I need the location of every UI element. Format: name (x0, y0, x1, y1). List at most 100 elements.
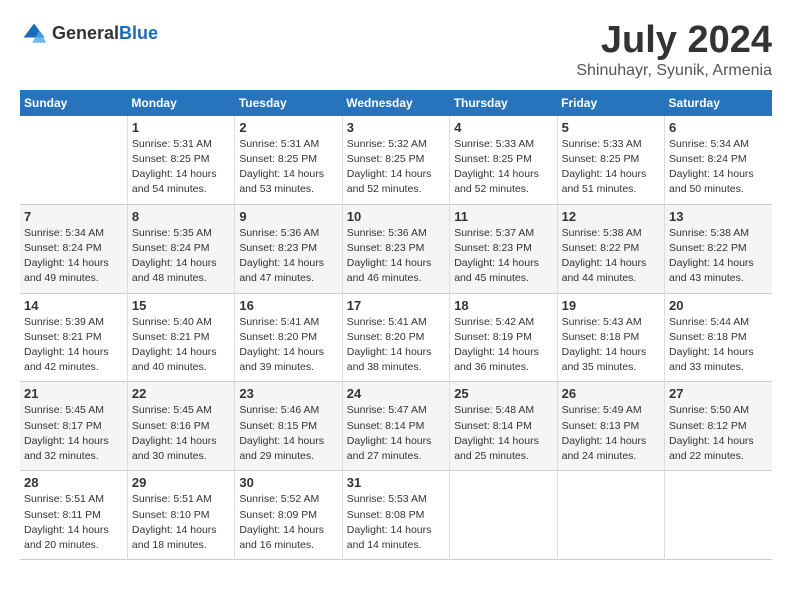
calendar-header-monday: Monday (127, 90, 234, 116)
day-info: Sunrise: 5:38 AM Sunset: 8:22 PM Dayligh… (562, 226, 660, 287)
calendar-cell: 22 Sunrise: 5:45 AM Sunset: 8:16 PM Dayli… (127, 382, 234, 471)
calendar-cell: 1 Sunrise: 5:31 AM Sunset: 8:25 PM Daylig… (127, 116, 234, 204)
day-number: 15 (132, 298, 230, 313)
calendar-table: SundayMondayTuesdayWednesdayThursdayFrid… (20, 90, 772, 560)
calendar-week-row: 21Sunrise: 5:45 AM Sunset: 8:17 PM Dayli… (20, 382, 772, 471)
day-number: 2 (239, 120, 337, 135)
day-number: 8 (132, 209, 230, 224)
day-number: 1 (132, 120, 230, 135)
day-info: Sunrise: 5:31 AM Sunset: 8:25 PM Dayligh… (239, 137, 337, 198)
calendar-cell: 31 Sunrise: 5:53 AM Sunset: 8:08 PM Dayli… (342, 471, 449, 560)
day-info: Sunrise: 5:33 AM Sunset: 8:25 PM Dayligh… (454, 137, 552, 198)
title-section: July 2024 Shinuhayr, Syunik, Armenia (576, 20, 772, 80)
calendar-header-wednesday: Wednesday (342, 90, 449, 116)
day-info: Sunrise: 5:39 AM Sunset: 8:21 PM Dayligh… (24, 315, 123, 376)
day-info: Sunrise: 5:48 AM Sunset: 8:14 PM Dayligh… (454, 403, 552, 464)
calendar-cell: 27 Sunrise: 5:50 AM Sunset: 8:12 PM Dayli… (665, 382, 772, 471)
day-info: Sunrise: 5:31 AM Sunset: 8:25 PM Dayligh… (132, 137, 230, 198)
day-info: Sunrise: 5:42 AM Sunset: 8:19 PM Dayligh… (454, 315, 552, 376)
calendar-cell: 23Sunrise: 5:46 AM Sunset: 8:15 PM Dayli… (235, 382, 342, 471)
calendar-cell: 10 Sunrise: 5:36 AM Sunset: 8:23 PM Dayli… (342, 204, 449, 293)
day-info: Sunrise: 5:52 AM Sunset: 8:09 PM Dayligh… (239, 492, 337, 553)
day-info: Sunrise: 5:44 AM Sunset: 8:18 PM Dayligh… (669, 315, 768, 376)
calendar-week-row: 1 Sunrise: 5:31 AM Sunset: 8:25 PM Daylig… (20, 116, 772, 204)
day-number: 30 (239, 475, 337, 490)
calendar-cell (450, 471, 557, 560)
calendar-cell: 14Sunrise: 5:39 AM Sunset: 8:21 PM Dayli… (20, 293, 127, 382)
calendar-cell: 25 Sunrise: 5:48 AM Sunset: 8:14 PM Dayli… (450, 382, 557, 471)
calendar-cell: 13 Sunrise: 5:38 AM Sunset: 8:22 PM Dayli… (665, 204, 772, 293)
calendar-week-row: 28Sunrise: 5:51 AM Sunset: 8:11 PM Dayli… (20, 471, 772, 560)
calendar-cell: 30 Sunrise: 5:52 AM Sunset: 8:09 PM Dayli… (235, 471, 342, 560)
calendar-header-tuesday: Tuesday (235, 90, 342, 116)
day-info: Sunrise: 5:36 AM Sunset: 8:23 PM Dayligh… (347, 226, 445, 287)
calendar-header-sunday: Sunday (20, 90, 127, 116)
calendar-cell: 18 Sunrise: 5:42 AM Sunset: 8:19 PM Dayli… (450, 293, 557, 382)
calendar-cell: 11Sunrise: 5:37 AM Sunset: 8:23 PM Dayli… (450, 204, 557, 293)
day-number: 29 (132, 475, 230, 490)
logo: GeneralBlue (20, 20, 158, 48)
day-number: 20 (669, 298, 768, 313)
calendar-cell: 8Sunrise: 5:35 AM Sunset: 8:24 PM Daylig… (127, 204, 234, 293)
day-number: 5 (562, 120, 660, 135)
calendar-cell: 28Sunrise: 5:51 AM Sunset: 8:11 PM Dayli… (20, 471, 127, 560)
calendar-header-friday: Friday (557, 90, 664, 116)
day-number: 9 (239, 209, 337, 224)
calendar-cell: 19 Sunrise: 5:43 AM Sunset: 8:18 PM Dayli… (557, 293, 664, 382)
day-number: 25 (454, 386, 552, 401)
day-number: 22 (132, 386, 230, 401)
day-info: Sunrise: 5:43 AM Sunset: 8:18 PM Dayligh… (562, 315, 660, 376)
calendar-cell: 20 Sunrise: 5:44 AM Sunset: 8:18 PM Dayli… (665, 293, 772, 382)
calendar-cell: 21Sunrise: 5:45 AM Sunset: 8:17 PM Dayli… (20, 382, 127, 471)
logo-text-blue: Blue (119, 23, 158, 43)
day-number: 6 (669, 120, 768, 135)
calendar-cell (20, 116, 127, 204)
day-number: 27 (669, 386, 768, 401)
calendar-cell: 24 Sunrise: 5:47 AM Sunset: 8:14 PM Dayli… (342, 382, 449, 471)
day-number: 4 (454, 120, 552, 135)
day-info: Sunrise: 5:40 AM Sunset: 8:21 PM Dayligh… (132, 315, 230, 376)
day-number: 16 (239, 298, 337, 313)
calendar-cell: 12 Sunrise: 5:38 AM Sunset: 8:22 PM Dayli… (557, 204, 664, 293)
calendar-cell (557, 471, 664, 560)
day-info: Sunrise: 5:36 AM Sunset: 8:23 PM Dayligh… (239, 226, 337, 287)
calendar-cell: 7Sunrise: 5:34 AM Sunset: 8:24 PM Daylig… (20, 204, 127, 293)
day-number: 24 (347, 386, 445, 401)
logo-text-general: General (52, 23, 119, 43)
day-number: 13 (669, 209, 768, 224)
calendar-cell: 2 Sunrise: 5:31 AM Sunset: 8:25 PM Daylig… (235, 116, 342, 204)
day-info: Sunrise: 5:45 AM Sunset: 8:16 PM Dayligh… (132, 403, 230, 464)
calendar-week-row: 7Sunrise: 5:34 AM Sunset: 8:24 PM Daylig… (20, 204, 772, 293)
month-title: July 2024 (576, 20, 772, 62)
day-info: Sunrise: 5:51 AM Sunset: 8:10 PM Dayligh… (132, 492, 230, 553)
day-info: Sunrise: 5:34 AM Sunset: 8:24 PM Dayligh… (24, 226, 123, 287)
calendar-header-saturday: Saturday (665, 90, 772, 116)
calendar-cell (665, 471, 772, 560)
day-info: Sunrise: 5:41 AM Sunset: 8:20 PM Dayligh… (347, 315, 445, 376)
calendar-header-thursday: Thursday (450, 90, 557, 116)
day-info: Sunrise: 5:33 AM Sunset: 8:25 PM Dayligh… (562, 137, 660, 198)
calendar-header-row: SundayMondayTuesdayWednesdayThursdayFrid… (20, 90, 772, 116)
day-info: Sunrise: 5:50 AM Sunset: 8:12 PM Dayligh… (669, 403, 768, 464)
calendar-cell: 3Sunrise: 5:32 AM Sunset: 8:25 PM Daylig… (342, 116, 449, 204)
calendar-week-row: 14Sunrise: 5:39 AM Sunset: 8:21 PM Dayli… (20, 293, 772, 382)
day-info: Sunrise: 5:53 AM Sunset: 8:08 PM Dayligh… (347, 492, 445, 553)
day-number: 21 (24, 386, 123, 401)
calendar-cell: 16Sunrise: 5:41 AM Sunset: 8:20 PM Dayli… (235, 293, 342, 382)
page-header: GeneralBlue July 2024 Shinuhayr, Syunik,… (20, 20, 772, 80)
day-number: 18 (454, 298, 552, 313)
logo-icon (20, 20, 48, 48)
day-number: 31 (347, 475, 445, 490)
day-info: Sunrise: 5:46 AM Sunset: 8:15 PM Dayligh… (239, 403, 337, 464)
calendar-cell: 4 Sunrise: 5:33 AM Sunset: 8:25 PM Daylig… (450, 116, 557, 204)
day-number: 12 (562, 209, 660, 224)
calendar-cell: 26Sunrise: 5:49 AM Sunset: 8:13 PM Dayli… (557, 382, 664, 471)
day-number: 11 (454, 209, 552, 224)
day-number: 26 (562, 386, 660, 401)
day-info: Sunrise: 5:38 AM Sunset: 8:22 PM Dayligh… (669, 226, 768, 287)
day-info: Sunrise: 5:47 AM Sunset: 8:14 PM Dayligh… (347, 403, 445, 464)
calendar-cell: 6Sunrise: 5:34 AM Sunset: 8:24 PM Daylig… (665, 116, 772, 204)
day-number: 10 (347, 209, 445, 224)
day-number: 19 (562, 298, 660, 313)
day-number: 3 (347, 120, 445, 135)
